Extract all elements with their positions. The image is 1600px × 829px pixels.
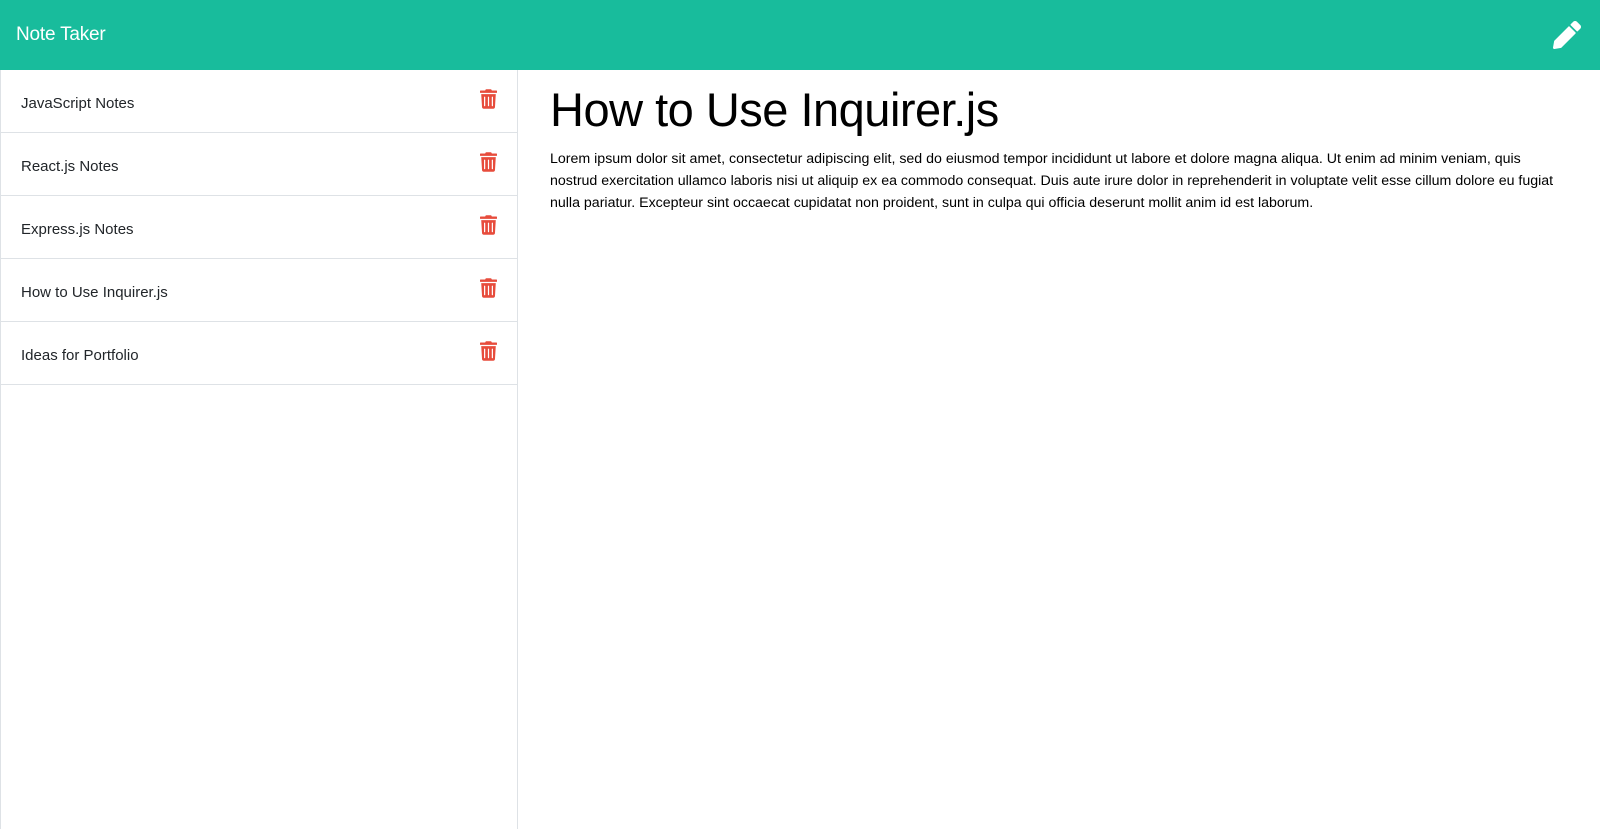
list-item[interactable]: JavaScript Notes xyxy=(1,70,517,133)
note-item-label[interactable]: Express.js Notes xyxy=(21,221,134,238)
new-note-button[interactable] xyxy=(1550,18,1584,52)
list-item[interactable]: How to Use Inquirer.js xyxy=(1,259,517,322)
app-title[interactable]: Note Taker xyxy=(16,24,106,46)
trash-icon xyxy=(479,215,497,235)
trash-icon xyxy=(479,89,497,109)
list-item[interactable]: Ideas for Portfolio xyxy=(1,322,517,385)
delete-note-button[interactable] xyxy=(477,151,499,173)
pencil-icon xyxy=(1553,21,1581,49)
note-item-label[interactable]: JavaScript Notes xyxy=(21,95,134,112)
note-item-label[interactable]: How to Use Inquirer.js xyxy=(21,284,168,301)
note-body: Lorem ipsum dolor sit amet, consectetur … xyxy=(550,151,1554,212)
trash-icon xyxy=(479,152,497,172)
note-list: JavaScript Notes React.js Notes Express.… xyxy=(1,70,517,385)
trash-icon xyxy=(479,341,497,361)
navbar: Note Taker xyxy=(0,0,1600,70)
delete-note-button[interactable] xyxy=(477,277,499,299)
list-item[interactable]: Express.js Notes xyxy=(1,196,517,259)
trash-icon xyxy=(479,278,497,298)
note-title: How to Use Inquirer.js xyxy=(550,83,999,136)
list-item[interactable]: React.js Notes xyxy=(1,133,517,196)
notes-sidebar: JavaScript Notes React.js Notes Express.… xyxy=(0,70,518,829)
note-item-label[interactable]: React.js Notes xyxy=(21,158,119,175)
note-item-label[interactable]: Ideas for Portfolio xyxy=(21,347,139,364)
delete-note-button[interactable] xyxy=(477,340,499,362)
note-view: How to Use Inquirer.js Lorem ipsum dolor… xyxy=(518,70,1600,829)
delete-note-button[interactable] xyxy=(477,214,499,236)
delete-note-button[interactable] xyxy=(477,88,499,110)
